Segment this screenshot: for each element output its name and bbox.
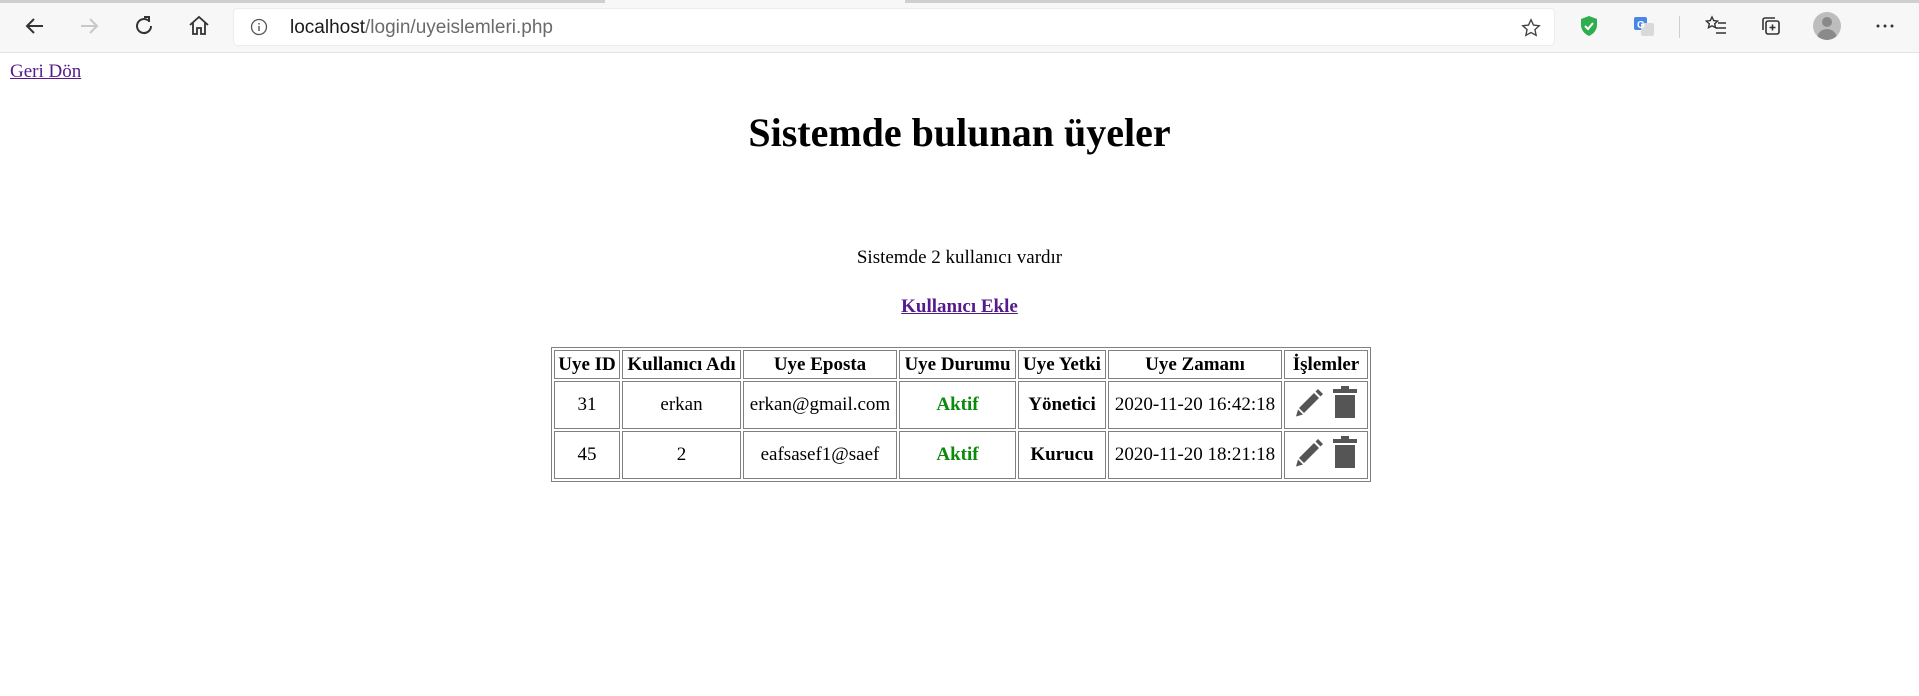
- cell-actions: [1284, 431, 1368, 479]
- edit-button[interactable]: [1293, 386, 1323, 424]
- url-host: localhost: [290, 17, 365, 38]
- cell-email: eafsasef1@saef: [743, 431, 897, 479]
- url-path: /login/uyeislemleri.php: [365, 17, 553, 38]
- refresh-icon: [136, 16, 153, 35]
- cell-id: 45: [554, 431, 620, 479]
- forward-arrow-icon: [81, 18, 99, 34]
- tab-strip: [0, 0, 605, 3]
- address-bar[interactable]: localhost/login/uyeislemleri.php: [234, 9, 1554, 45]
- table-row: 31 erkan erkan@gmail.com Aktif Yönetici …: [554, 381, 1368, 429]
- cell-status: Aktif: [899, 431, 1016, 479]
- cell-id: 31: [554, 381, 620, 429]
- add-user-container: Kullanıcı Ekle: [0, 296, 1919, 318]
- header-id: Uye ID: [554, 350, 620, 379]
- pencil-icon: [1296, 439, 1323, 467]
- back-link[interactable]: Geri Dön: [10, 61, 81, 83]
- profile-icon[interactable]: [1813, 12, 1841, 40]
- translate-button[interactable]: G: [1628, 10, 1660, 42]
- avatar-head: [1822, 17, 1832, 27]
- forward-button[interactable]: [73, 10, 105, 42]
- cell-status: Aktif: [899, 381, 1016, 429]
- refresh-button[interactable]: [128, 10, 160, 42]
- table-row: 45 2 eafsasef1@saef Aktif Kurucu 2020-11…: [554, 431, 1368, 479]
- cell-email: erkan@gmail.com: [743, 381, 897, 429]
- page-title: Sistemde bulunan üyeler: [748, 110, 1171, 155]
- add-user-link[interactable]: Kullanıcı Ekle: [901, 296, 1018, 317]
- extension-shield-button[interactable]: [1573, 10, 1605, 42]
- header-status: Uye Durumu: [899, 350, 1016, 379]
- cell-role: Yönetici: [1018, 381, 1106, 429]
- members-table: Uye ID Kullanıcı Adı Uye Eposta Uye Duru…: [551, 347, 1371, 482]
- header-role: Uye Yetki: [1018, 350, 1106, 379]
- row-actions: [1286, 386, 1366, 424]
- address-url[interactable]: localhost/login/uyeislemleri.php: [290, 17, 553, 39]
- translate-icon: G: [1634, 17, 1654, 36]
- cell-username: erkan: [622, 381, 741, 429]
- delete-button[interactable]: [1331, 436, 1359, 474]
- cell-username: 2: [622, 431, 741, 479]
- toolbar-separator: [1679, 16, 1680, 38]
- header-email: Uye Eposta: [743, 350, 897, 379]
- back-button[interactable]: [19, 10, 51, 42]
- delete-button[interactable]: [1331, 386, 1359, 424]
- cell-actions: [1284, 381, 1368, 429]
- shield-icon: [1581, 16, 1597, 36]
- user-count-text: Sistemde 2 kullanıcı vardır: [856, 247, 1063, 268]
- info-icon[interactable]: [250, 18, 268, 36]
- home-button[interactable]: [183, 10, 215, 42]
- header-time: Uye Zamanı: [1108, 350, 1282, 379]
- pencil-icon: [1296, 389, 1323, 417]
- trash-icon: [1333, 436, 1357, 468]
- header-actions: İşlemler: [1284, 350, 1368, 379]
- cell-time: 2020-11-20 18:21:18: [1108, 431, 1282, 479]
- trash-icon: [1333, 386, 1357, 418]
- edit-button[interactable]: [1293, 436, 1323, 474]
- avatar-torso: [1817, 29, 1837, 40]
- cell-time: 2020-11-20 16:42:18: [1108, 381, 1282, 429]
- more-button[interactable]: [1869, 10, 1901, 42]
- collections-icon: [1762, 17, 1780, 35]
- home-icon: [189, 15, 209, 35]
- favorites-button[interactable]: [1700, 10, 1732, 42]
- header-username: Kullanıcı Adı: [622, 350, 741, 379]
- svg-text:G: G: [1637, 20, 1645, 31]
- browser-toolbar: localhost/login/uyeislemleri.php G: [0, 0, 1919, 53]
- table-header-row: Uye ID Kullanıcı Adı Uye Eposta Uye Duru…: [554, 350, 1368, 379]
- favorites-icon: [1704, 15, 1726, 34]
- collections-button[interactable]: [1755, 10, 1787, 42]
- row-actions: [1286, 436, 1366, 474]
- more-icon: [1876, 24, 1894, 28]
- back-arrow-icon: [25, 18, 43, 34]
- cell-role: Kurucu: [1018, 431, 1106, 479]
- tab-strip: [905, 0, 1919, 3]
- star-icon[interactable]: [1520, 17, 1542, 39]
